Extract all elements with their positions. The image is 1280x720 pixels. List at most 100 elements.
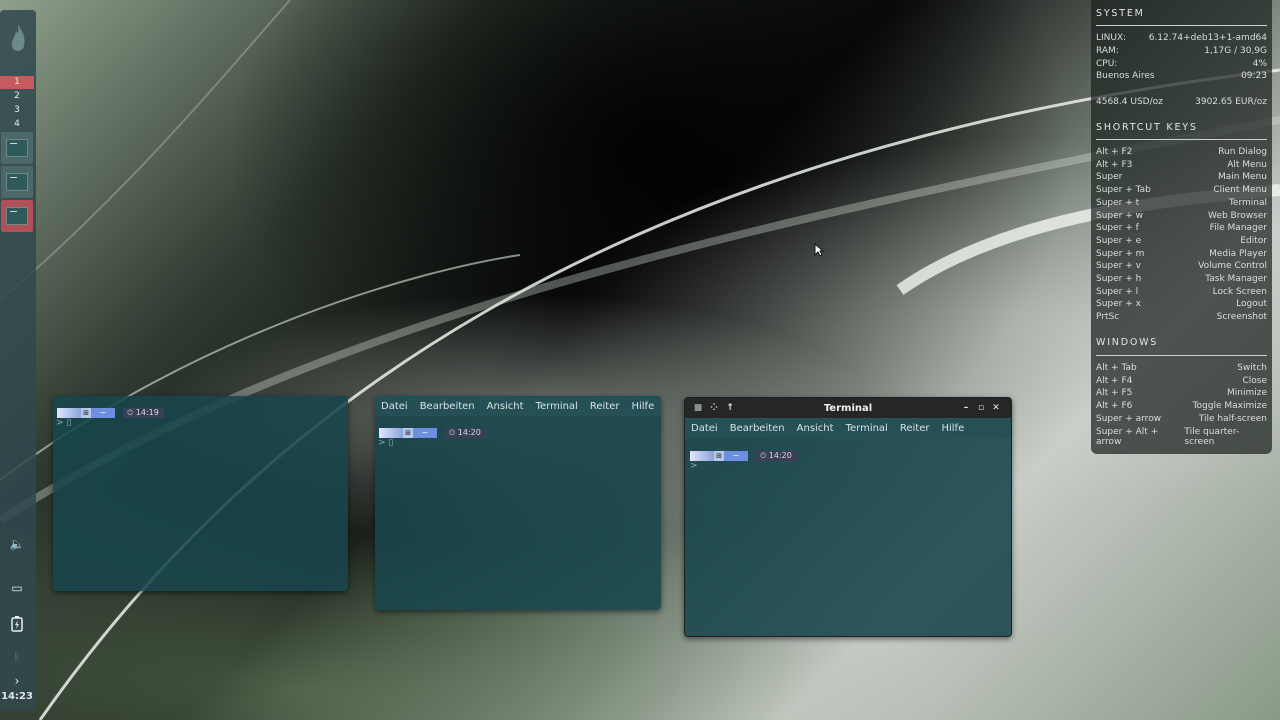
shortcut-action: Switch (1237, 363, 1267, 373)
menu-bearbeiten[interactable]: Bearbeiten (420, 401, 475, 412)
shortcut-action: Terminal (1228, 197, 1267, 208)
flame-icon[interactable] (8, 22, 28, 56)
prompt-home: ~ (91, 408, 115, 418)
menu-terminal[interactable]: Terminal (846, 423, 888, 434)
system-row: RAM: 1,17G / 30,9G (1096, 46, 1267, 58)
shortcut-key: Super + w (1096, 210, 1143, 221)
shortcut-action: Alt Menu (1227, 159, 1267, 170)
shell-prompt: ⊞ ~ ⏲ 14:20 (690, 451, 797, 461)
taskbar-terminal-3[interactable] (1, 200, 33, 232)
shortcut-row: Super + w Web Browser (1096, 211, 1267, 223)
shortcut-row: Super + e Editor (1096, 236, 1267, 248)
shortcut-key: Alt + F5 (1096, 388, 1133, 399)
shortcut-action: Toggle Maximize (1192, 401, 1267, 412)
menu-bearbeiten[interactable]: Bearbeiten (730, 423, 785, 434)
shortcut-key: Super + x (1096, 299, 1141, 310)
shortcut-row: Super + arrow Tile half-screen (1096, 414, 1267, 426)
shortcut-action: Tile half-screen (1198, 413, 1267, 424)
workspace-2[interactable]: 2 (0, 90, 34, 103)
workspace-4[interactable]: 4 (0, 118, 34, 131)
shortcut-action: File Manager (1209, 223, 1267, 234)
maximize-icon[interactable]: ▫ (974, 401, 988, 415)
battery-charging-icon[interactable] (9, 616, 25, 632)
shortcut-action: Editor (1240, 235, 1267, 246)
menu-ansicht[interactable]: Ansicht (487, 401, 524, 412)
prompt-home: ~ (724, 451, 748, 461)
row-label: CPU: (1096, 59, 1118, 69)
shortcut-action: Tile quarter-screen (1184, 426, 1240, 447)
terminal-window-1[interactable]: ⊞ ~ ⏲ 14:19 > ▯ (53, 396, 348, 591)
prompt-caret: > (690, 461, 698, 471)
terminal-window-2[interactable]: Datei Bearbeiten Ansicht Terminal Reiter… (375, 396, 661, 610)
shortcut-action: Run Dialog (1218, 147, 1267, 157)
shortcut-action: Client Menu (1213, 185, 1267, 196)
menu-terminal[interactable]: Terminal (536, 401, 578, 412)
shortcut-key: Alt + F4 (1096, 375, 1133, 386)
shortcut-key: PrtSc (1096, 312, 1120, 323)
prompt-box-icon: ⊞ (714, 451, 724, 461)
prompt-time-value: 14:19 (135, 408, 159, 417)
menu-hilfe[interactable]: Hilfe (941, 423, 964, 434)
row-value: 09:23 (1241, 71, 1267, 81)
shortcut-row: Super + h Task Manager (1096, 274, 1267, 286)
shortcut-row: Super + Alt + arrow Tile quarter-screen (1096, 426, 1267, 447)
prompt-caret: > (56, 418, 64, 428)
shortcut-key: Super + l (1096, 286, 1139, 297)
menu-reiter[interactable]: Reiter (900, 423, 930, 434)
shortcut-row: Super + v Volume Control (1096, 261, 1267, 273)
system-heading: SYSTEM (1096, 8, 1145, 19)
shortcut-action: Screenshot (1216, 312, 1267, 323)
menu-reiter[interactable]: Reiter (590, 401, 620, 412)
shortcut-key: Alt + F6 (1096, 401, 1133, 412)
shell-prompt: ⊞ ~ ⏲ 14:19 (57, 408, 164, 418)
shortcut-key: Super + m (1096, 248, 1145, 259)
shortcut-action: Volume Control (1198, 261, 1267, 272)
window-icon[interactable]: ▭ (9, 581, 25, 597)
divider (1096, 139, 1267, 140)
row-label: RAM: (1096, 46, 1119, 56)
divider (1096, 25, 1267, 26)
prompt-cursor: > (690, 461, 698, 471)
menu-ansicht[interactable]: Ansicht (797, 423, 834, 434)
shortcut-action: Media Player (1209, 248, 1267, 259)
system-row: Buenos Aires 09:23 (1096, 71, 1267, 83)
prompt-time: ⏲ 14:20 (756, 451, 797, 461)
shortcut-key: Super (1096, 172, 1123, 183)
workspace-1[interactable]: 1 (0, 76, 34, 89)
shortcut-action: Task Manager (1205, 274, 1267, 284)
dock-panel: 1 2 3 4 🔈 ▭ ᛒ › 14:23 (0, 10, 36, 710)
shortcut-row: Super Main Menu (1096, 172, 1267, 184)
prompt-cursor: > ▯ (56, 418, 72, 428)
menu-datei[interactable]: Datei (691, 423, 718, 434)
shortcut-row: Super + t Terminal (1096, 198, 1267, 210)
shortcut-row: PrtSc Screenshot (1096, 312, 1267, 324)
chevron-right-icon[interactable]: › (9, 674, 25, 690)
shortcut-key: Alt + F3 (1096, 159, 1133, 170)
prompt-time: ⏲ 14:19 (123, 408, 164, 418)
windows-heading: WINDOWS (1096, 337, 1159, 348)
menubar: Datei Bearbeiten Ansicht Terminal Reiter… (685, 418, 1011, 438)
prompt-box-icon: ⊞ (403, 428, 413, 438)
window-titlebar[interactable]: ■ ⁘ ↑ Terminal – ▫ ✕ (685, 398, 1011, 418)
row-label: LINUX: (1096, 33, 1127, 43)
volume-icon[interactable]: 🔈 (9, 537, 25, 553)
terminal-window-3[interactable]: ■ ⁘ ↑ Terminal – ▫ ✕ Datei Bearbeiten An… (684, 397, 1012, 637)
shortcut-action: Close (1242, 375, 1267, 386)
shortcut-key: Super + Tab (1096, 185, 1151, 196)
menu-datei[interactable]: Datei (381, 401, 408, 412)
shortcut-row: Alt + F3 Alt Menu (1096, 160, 1267, 172)
shortcut-key: Super + e (1096, 235, 1142, 246)
bluetooth-icon[interactable]: ᛒ (9, 650, 25, 666)
mouse-pointer-icon (814, 243, 824, 257)
menu-hilfe[interactable]: Hilfe (631, 401, 654, 412)
shortcut-key: Super + h (1096, 274, 1142, 284)
dock-clock: 14:23 (1, 691, 33, 702)
close-icon[interactable]: ✕ (989, 401, 1003, 415)
taskbar-terminal-1[interactable] (1, 132, 33, 164)
taskbar-terminal-2[interactable] (1, 166, 33, 198)
gold-usd: 4568.4 USD/oz (1096, 97, 1163, 107)
workspace-3[interactable]: 3 (0, 104, 34, 117)
shortcut-row: Super + l Lock Screen (1096, 287, 1267, 299)
minimize-icon[interactable]: – (959, 401, 973, 415)
shortcut-action: Logout (1236, 299, 1267, 310)
